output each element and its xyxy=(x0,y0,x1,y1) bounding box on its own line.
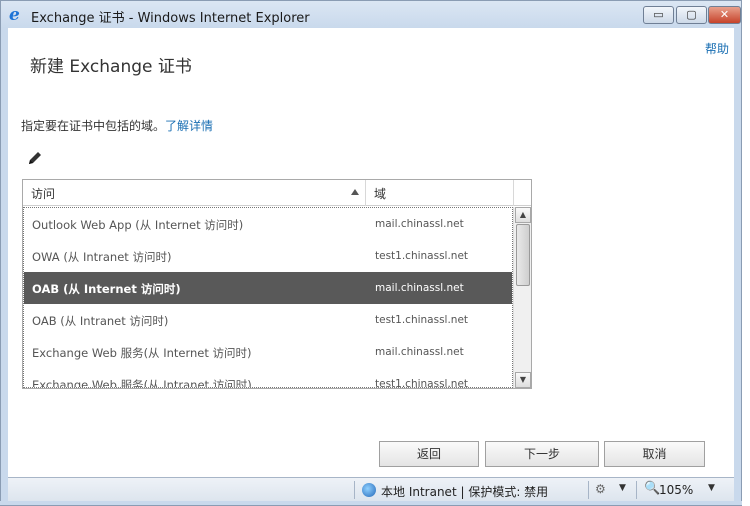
table-row[interactable]: Exchange Web 服务(从 Internet 访问时) mail.chi… xyxy=(24,336,512,368)
window-frame-bottom xyxy=(0,501,742,506)
access-cell: OAB (从 Internet 访问时) xyxy=(32,282,181,296)
chevron-down-icon[interactable]: ▼ xyxy=(619,483,626,493)
access-cell: Exchange Web 服务(从 Intranet 访问时) xyxy=(32,378,252,388)
status-divider xyxy=(588,481,589,499)
intranet-zone-icon xyxy=(362,483,376,497)
zoom-level[interactable]: 105% xyxy=(659,483,693,497)
table-row[interactable]: OWA (从 Intranet 访问时) test1.chinassl.net xyxy=(24,240,512,272)
sort-ascending-icon xyxy=(351,189,359,195)
domain-cell: mail.chinassl.net xyxy=(375,282,464,294)
column-divider xyxy=(513,180,514,206)
window-titlebar[interactable]: e Exchange 证书 - Windows Internet Explore… xyxy=(0,0,742,28)
help-link[interactable]: 帮助 xyxy=(705,40,729,57)
domain-cell: test1.chinassl.net xyxy=(375,378,469,388)
maximize-button[interactable]: ▢ xyxy=(676,6,707,24)
minimize-button[interactable]: ▭ xyxy=(643,6,674,24)
window-title: Exchange 证书 - Windows Internet Explorer xyxy=(31,11,310,26)
close-button[interactable]: ✕ xyxy=(708,6,741,24)
domain-cell: test1.chinassl.net xyxy=(375,250,469,262)
column-header-access[interactable]: 访问 xyxy=(31,185,55,202)
scroll-up-icon[interactable]: ▲ xyxy=(515,207,531,223)
learn-more-link[interactable]: 了解详情 xyxy=(165,119,213,133)
table-row[interactable]: Outlook Web App (从 Internet 访问时) mail.ch… xyxy=(24,208,512,240)
scrollbar-thumb[interactable] xyxy=(516,224,530,286)
scroll-down-icon[interactable]: ▼ xyxy=(515,372,531,388)
table-row-selected[interactable]: OAB (从 Internet 访问时) mail.chinassl.net xyxy=(24,272,512,304)
chevron-down-icon[interactable]: ▼ xyxy=(708,483,715,493)
next-button[interactable]: 下一步 xyxy=(485,441,599,467)
internet-explorer-icon: e xyxy=(9,5,20,25)
access-cell: Outlook Web App (从 Internet 访问时) xyxy=(32,218,244,232)
instruction-label: 指定要在证书中包括的域。 xyxy=(21,119,166,133)
settings-icon[interactable]: ⚙ xyxy=(595,482,606,496)
back-button[interactable]: 返回 xyxy=(379,441,479,467)
domain-cell: mail.chinassl.net xyxy=(375,218,464,230)
domain-cell: test1.chinassl.net xyxy=(375,314,469,326)
status-divider xyxy=(354,481,355,499)
table-body: Outlook Web App (从 Internet 访问时) mail.ch… xyxy=(23,207,513,388)
cancel-button[interactable]: 取消 xyxy=(604,441,705,467)
window-frame-right xyxy=(734,28,742,506)
instruction-text: 指定要在证书中包括的域。了解详情 xyxy=(21,117,213,134)
pencil-icon[interactable] xyxy=(26,149,44,167)
domain-table: 访问 域 Outlook Web App (从 Internet 访问时) ma… xyxy=(22,179,532,389)
background-strip xyxy=(742,0,750,506)
column-divider[interactable] xyxy=(365,180,366,206)
status-divider xyxy=(636,481,637,499)
table-row[interactable]: Exchange Web 服务(从 Intranet 访问时) test1.ch… xyxy=(24,368,512,388)
access-cell: OWA (从 Intranet 访问时) xyxy=(32,250,172,264)
security-zone-text[interactable]: 本地 Intranet | 保护模式: 禁用 xyxy=(381,483,548,500)
access-cell: Exchange Web 服务(从 Internet 访问时) xyxy=(32,346,252,360)
column-header-domain[interactable]: 域 xyxy=(374,185,386,202)
zoom-icon[interactable]: 🔍 xyxy=(644,481,660,496)
status-bar: 本地 Intranet | 保护模式: 禁用 ⚙ ▼ 🔍 105% ▼ xyxy=(8,477,734,501)
access-cell: OAB (从 Intranet 访问时) xyxy=(32,314,169,328)
table-row[interactable]: OAB (从 Intranet 访问时) test1.chinassl.net xyxy=(24,304,512,336)
window-frame-left xyxy=(0,28,8,506)
table-header: 访问 域 xyxy=(23,180,531,206)
dialog-content: 帮助 新建 Exchange 证书 指定要在证书中包括的域。了解详情 访问 域 … xyxy=(8,28,734,477)
vertical-scrollbar[interactable]: ▲ ▼ xyxy=(513,207,531,388)
page-title: 新建 Exchange 证书 xyxy=(30,57,192,77)
domain-cell: mail.chinassl.net xyxy=(375,346,464,358)
